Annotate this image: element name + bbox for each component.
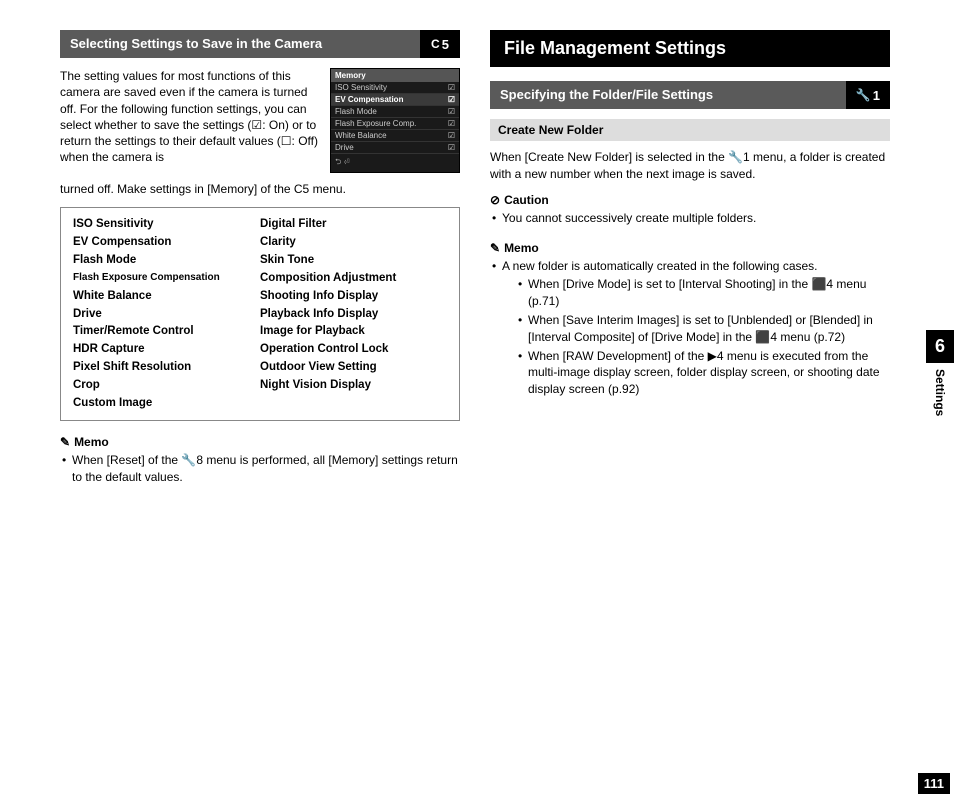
section-title: Selecting Settings to Save in the Camera xyxy=(60,30,420,58)
table-cell: Drive xyxy=(73,306,260,324)
chapter-label: Settings xyxy=(933,363,947,422)
table-cell: Clarity xyxy=(260,234,447,252)
screenshot-row: EV Compensation☑ xyxy=(331,94,459,106)
caution-label: Caution xyxy=(504,193,549,207)
body-text: When [Create New Folder] is selected in … xyxy=(490,149,890,183)
table-cell: Image for Playback xyxy=(260,323,447,341)
subsection-create-folder: Create New Folder xyxy=(490,119,890,141)
menu-num: 5 xyxy=(442,37,449,52)
list-item: When [Drive Mode] is set to [Interval Sh… xyxy=(516,276,890,310)
table-cell: Digital Filter xyxy=(260,216,447,234)
memo-list: When [Reset] of the 🔧8 menu is performed… xyxy=(60,452,460,486)
list-item: When [RAW Development] of the ▶4 menu is… xyxy=(516,348,890,398)
memo-label: Memo xyxy=(504,241,539,255)
table-cell: White Balance xyxy=(73,288,260,306)
table-cell: HDR Capture xyxy=(73,341,260,359)
memo-icon: ✎ xyxy=(490,241,500,255)
table-row: Flash Exposure CompensationComposition A… xyxy=(73,270,447,288)
memory-settings-table: ISO SensitivityDigital FilterEV Compensa… xyxy=(60,207,460,421)
memory-menu-screenshot: Memory ISO Sensitivity☑EV Compensation☑F… xyxy=(330,68,460,173)
list-item: When [Reset] of the 🔧8 menu is performed… xyxy=(60,452,460,486)
memo-list: A new folder is automatically created in… xyxy=(490,258,890,398)
caution-list: You cannot successively create multiple … xyxy=(490,210,890,227)
table-row: DrivePlayback Info Display xyxy=(73,306,447,324)
table-cell: Outdoor View Setting xyxy=(260,359,447,377)
table-row: White BalanceShooting Info Display xyxy=(73,288,447,306)
chapter-number: 6 xyxy=(926,330,954,363)
section-header-memory: Selecting Settings to Save in the Camera… xyxy=(60,30,460,58)
memo-heading: ✎ Memo xyxy=(490,241,890,255)
section-header-folder: Specifying the Folder/File Settings 🔧1 xyxy=(490,81,890,109)
table-cell: ISO Sensitivity xyxy=(73,216,260,234)
memo-label: Memo xyxy=(74,435,109,449)
chapter-heading: File Management Settings xyxy=(490,30,890,67)
c-icon: C xyxy=(431,37,440,51)
table-cell: Night Vision Display xyxy=(260,377,447,395)
table-row: HDR CaptureOperation Control Lock xyxy=(73,341,447,359)
table-cell: Operation Control Lock xyxy=(260,341,447,359)
table-row: Flash ModeSkin Tone xyxy=(73,252,447,270)
table-cell: Playback Info Display xyxy=(260,306,447,324)
table-row: EV CompensationClarity xyxy=(73,234,447,252)
menu-tag: 🔧1 xyxy=(846,81,890,109)
table-cell: Crop xyxy=(73,377,260,395)
screenshot-row: Drive☑ xyxy=(331,142,459,154)
table-cell: Composition Adjustment xyxy=(260,270,447,288)
table-cell: EV Compensation xyxy=(73,234,260,252)
section-title: Specifying the Folder/File Settings xyxy=(490,81,846,109)
side-tab: 6 Settings xyxy=(926,330,954,422)
table-row: Custom Image xyxy=(73,395,447,413)
menu-tag: C5 xyxy=(420,30,460,58)
table-cell: Timer/Remote Control xyxy=(73,323,260,341)
list-item: When [Save Interim Images] is set to [Un… xyxy=(516,312,890,346)
table-row: CropNight Vision Display xyxy=(73,377,447,395)
table-cell: Custom Image xyxy=(73,395,260,413)
caution-heading: ⊘ Caution xyxy=(490,193,890,207)
intro-text-2: turned off. Make settings in [Memory] of… xyxy=(60,181,460,197)
memo-heading: ✎ Memo xyxy=(60,435,460,449)
list-item: A new folder is automatically created in… xyxy=(490,258,890,398)
screenshot-row: ISO Sensitivity☑ xyxy=(331,82,459,94)
memo-icon: ✎ xyxy=(60,435,70,449)
screenshot-row: White Balance☑ xyxy=(331,130,459,142)
screenshot-row: Flash Mode☑ xyxy=(331,106,459,118)
table-row: ISO SensitivityDigital Filter xyxy=(73,216,447,234)
table-row: Pixel Shift ResolutionOutdoor View Setti… xyxy=(73,359,447,377)
table-cell: Flash Mode xyxy=(73,252,260,270)
wrench-icon: 🔧 xyxy=(856,88,871,102)
table-cell: Flash Exposure Compensation xyxy=(73,270,260,288)
menu-num: 1 xyxy=(873,88,880,103)
caution-icon: ⊘ xyxy=(490,193,500,207)
screenshot-row: Flash Exposure Comp.☑ xyxy=(331,118,459,130)
list-item: You cannot successively create multiple … xyxy=(490,210,890,227)
table-cell xyxy=(260,395,447,413)
page-number: 111 xyxy=(918,773,950,794)
table-cell: Pixel Shift Resolution xyxy=(73,359,260,377)
screenshot-title: Memory xyxy=(331,69,459,82)
screenshot-footer: ⮌ ⏎ xyxy=(331,154,459,172)
table-cell: Skin Tone xyxy=(260,252,447,270)
table-row: Timer/Remote ControlImage for Playback xyxy=(73,323,447,341)
table-cell: Shooting Info Display xyxy=(260,288,447,306)
intro-text-1: The setting values for most functions of… xyxy=(60,68,322,165)
